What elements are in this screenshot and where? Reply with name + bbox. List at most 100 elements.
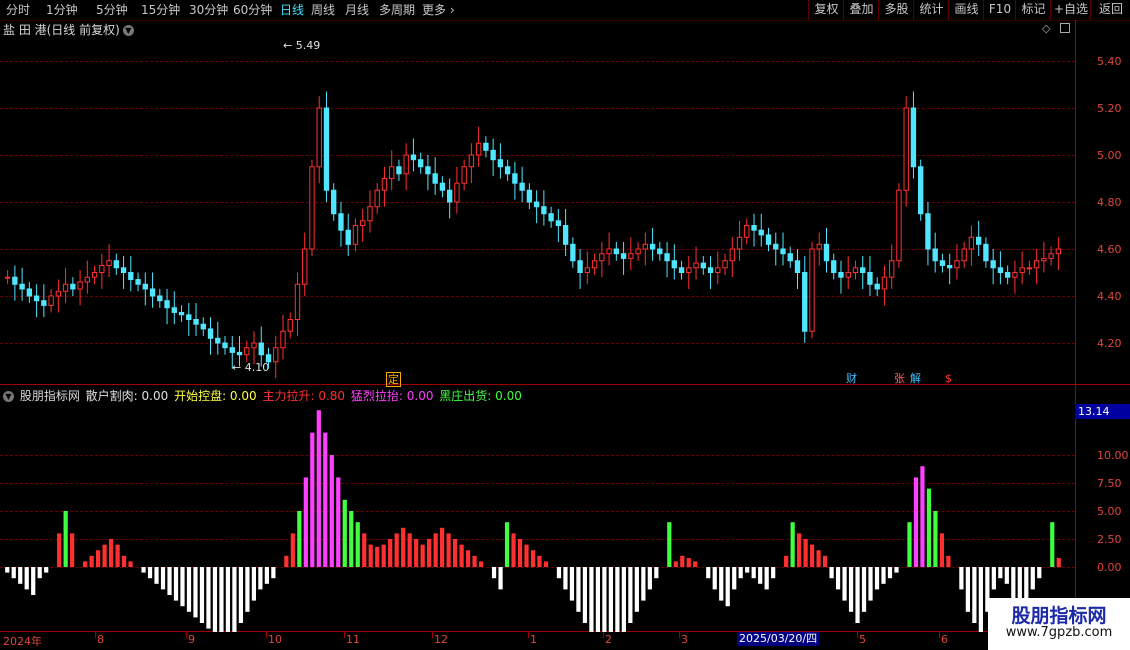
candle: [164, 288, 170, 325]
candle-body: [186, 314, 192, 320]
indicator-bar: [57, 533, 62, 567]
indicator-bar: [842, 567, 847, 601]
indicator-bar: [835, 567, 841, 590]
candle: [845, 256, 851, 289]
indicator-bar: [589, 567, 594, 632]
candle-body: [1041, 257, 1047, 262]
indicator-bar: [926, 488, 932, 567]
indicator-bar: [706, 567, 711, 579]
candle-body: [758, 229, 764, 236]
indicator-bar: [809, 544, 815, 567]
candle-body: [918, 166, 924, 215]
time-label: 10: [268, 633, 282, 646]
candle-body: [418, 159, 424, 168]
candle: [410, 138, 417, 172]
indicator-bar: [498, 567, 503, 590]
candle: [215, 321, 221, 355]
indicator-tick: 7.50: [1097, 477, 1122, 490]
candle-body: [193, 319, 199, 325]
candle: [881, 265, 888, 306]
indicator-bar: [576, 567, 581, 612]
candle: [889, 244, 895, 289]
indicator-bar: [719, 567, 724, 601]
candle: [1026, 260, 1033, 275]
candle-body: [794, 260, 801, 273]
indicator-bar: [154, 567, 159, 584]
indicator-bar: [219, 567, 224, 632]
candle-body: [519, 182, 525, 191]
candle-body: [983, 243, 989, 262]
candle-body: [838, 272, 844, 278]
indicator-bar: [355, 522, 360, 567]
candle: [910, 91, 917, 179]
indicator-bar: [63, 511, 68, 567]
candle: [113, 253, 119, 275]
candle: [693, 246, 699, 280]
indicator-bar: [608, 567, 613, 632]
candle-body: [1004, 272, 1011, 278]
time-tick: [679, 632, 680, 638]
back-button[interactable]: 返回: [1090, 0, 1130, 20]
indicator-bar: [141, 567, 146, 573]
candle: [12, 265, 18, 301]
candle-body: [947, 264, 953, 269]
indicator-bar: [342, 499, 347, 567]
candle-body: [236, 351, 243, 356]
indicator-bar: [115, 544, 120, 567]
candle-body: [207, 328, 214, 339]
candle: [77, 270, 83, 306]
indicator-bar: [595, 567, 601, 632]
indicator-bar: [102, 544, 107, 567]
candle-body: [765, 234, 772, 245]
candle: [628, 237, 634, 271]
indicator-bar: [939, 533, 945, 567]
candle: [1019, 251, 1025, 285]
candle-body: [968, 236, 975, 250]
candle-body: [548, 213, 554, 222]
candle-body: [84, 276, 91, 283]
candle-body: [657, 248, 663, 255]
candle-body: [823, 243, 830, 262]
candle: [715, 251, 721, 285]
indicator-bar: [978, 567, 983, 632]
candle: [229, 335, 235, 369]
candle-body: [446, 189, 453, 203]
indicator-bar: [96, 550, 101, 567]
indicator-bar: [264, 567, 269, 584]
candle-body: [4, 276, 11, 279]
candle-body: [1026, 267, 1033, 270]
indicator-bar: [401, 527, 406, 567]
indicator-bar: [128, 561, 133, 567]
indicator-bar: [848, 567, 854, 612]
indicator-bar: [258, 567, 263, 590]
indicator-bar: [238, 567, 244, 623]
candle-body: [302, 248, 308, 285]
candle: [193, 303, 199, 336]
candle-body: [599, 253, 605, 262]
price-tick: 4.60: [1097, 243, 1122, 256]
candle: [70, 277, 76, 296]
indicator-bar: [336, 477, 341, 567]
indicator-bar: [284, 555, 289, 567]
indicator-bar: [381, 544, 386, 567]
indicator-bar: [323, 432, 328, 567]
candle-body: [773, 243, 779, 250]
candle: [149, 272, 156, 308]
watermark-url: www.7gpzb.com: [1005, 625, 1113, 640]
candle-body: [816, 243, 822, 250]
candle-body: [722, 260, 728, 269]
candle: [990, 249, 996, 285]
candle-body: [381, 178, 388, 191]
candlestick-chart[interactable]: [0, 0, 1075, 632]
candle: [671, 244, 677, 280]
candle-body: [265, 354, 272, 363]
candle: [454, 166, 460, 214]
candle-body: [555, 220, 562, 227]
indicator-bar: [797, 533, 802, 567]
candle: [403, 143, 409, 191]
candle-body: [113, 260, 119, 269]
candle-body: [374, 189, 380, 208]
indicator-bar: [530, 550, 536, 567]
candle-body: [215, 337, 221, 344]
candle: [338, 202, 344, 247]
